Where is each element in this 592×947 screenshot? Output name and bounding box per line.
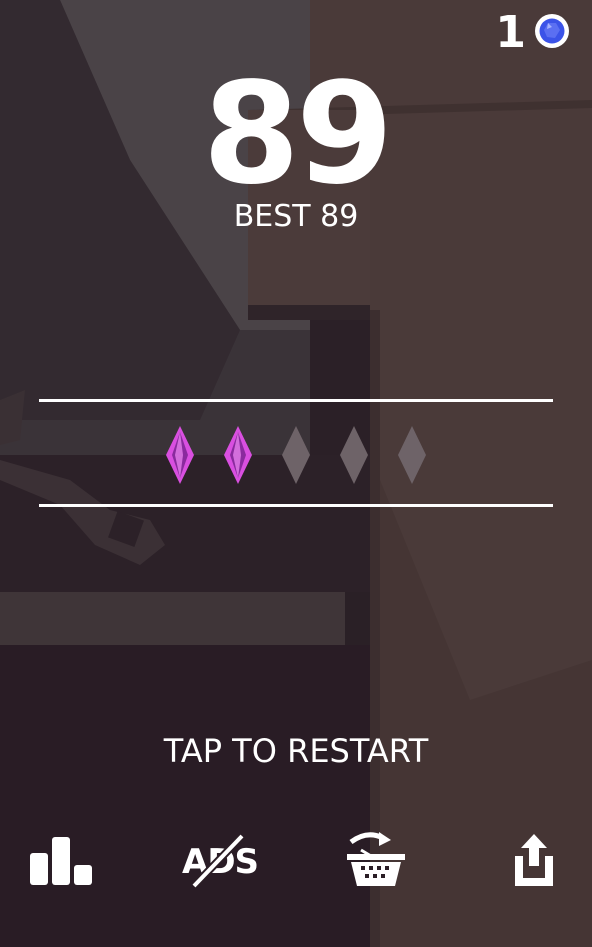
crystal-collected	[224, 426, 252, 484]
crystal-collected	[166, 426, 194, 484]
tap-to-restart[interactable]: TAP TO RESTART	[0, 732, 592, 770]
leaderboard-button[interactable]	[22, 826, 98, 894]
score-display: 89 BEST 89	[0, 53, 592, 234]
crystal-progress	[166, 426, 426, 484]
top-divider	[39, 399, 553, 402]
leaderboard-icon	[25, 833, 95, 887]
bottom-divider	[39, 504, 553, 507]
shop-button[interactable]	[338, 826, 414, 894]
shop-basket-icon	[341, 830, 411, 890]
no-ads-button[interactable]: ADS	[178, 826, 259, 894]
crystal-empty	[398, 426, 426, 484]
current-score: 89	[202, 53, 394, 216]
crystal-empty	[282, 426, 310, 484]
share-button[interactable]	[496, 826, 572, 894]
crystal-empty	[340, 426, 368, 484]
strike-through-icon	[191, 833, 245, 888]
blue-gem-icon	[534, 13, 570, 54]
best-score: BEST 89	[233, 199, 359, 234]
gem-count: 1	[495, 7, 526, 58]
share-icon	[509, 832, 559, 888]
gem-counter: 1	[495, 8, 570, 58]
